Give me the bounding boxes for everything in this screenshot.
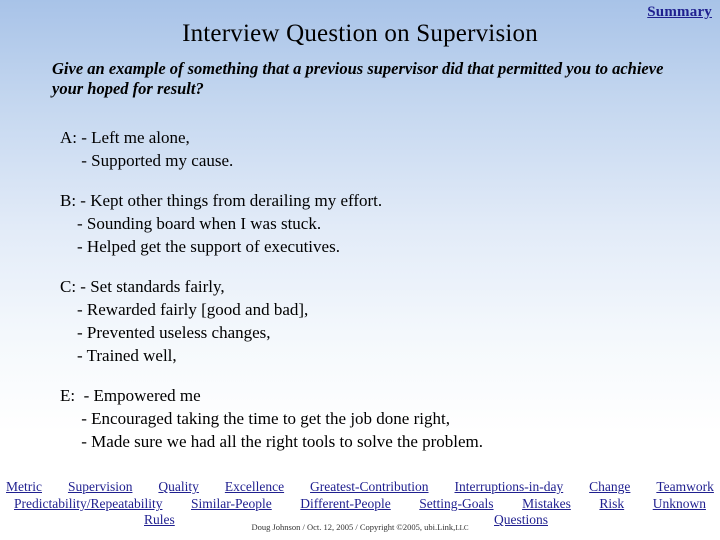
footer-credit: Doug Johnson / Oct. 12, 2005 / Copyright…: [0, 522, 720, 532]
answer-line: - Supported my cause.: [60, 151, 234, 170]
answer-line: C: - Set standards fairly,: [60, 277, 225, 296]
nav-link-metric[interactable]: Metric: [6, 478, 42, 495]
nav-link-greatest-contribution[interactable]: Greatest-Contribution: [310, 478, 428, 495]
nav-link-different-people[interactable]: Different-People: [300, 495, 390, 512]
answer-line: - Sounding board when I was stuck.: [60, 214, 322, 233]
nav-link-quality[interactable]: Quality: [158, 478, 199, 495]
nav-link-predictability-repeatability[interactable]: Predictability/Repeatability: [14, 495, 162, 512]
answer-line: - Encouraged taking the time to get the …: [60, 409, 450, 428]
footer-credit-suffix: LLC: [455, 524, 469, 532]
nav-row-1: Metric Supervision Quality Excellence Gr…: [0, 478, 720, 495]
nav-link-similar-people[interactable]: Similar-People: [191, 495, 272, 512]
answer-line: A: - Left me alone,: [60, 128, 190, 147]
nav-link-supervision[interactable]: Supervision: [68, 478, 133, 495]
answer-block-e: E: - Empowered me - Encouraged taking th…: [60, 384, 700, 453]
answers-list: A: - Left me alone, - Supported my cause…: [60, 126, 700, 470]
answer-block-c: C: - Set standards fairly, - Rewarded fa…: [60, 275, 700, 367]
slide-canvas: Summary Interview Question on Supervisio…: [0, 0, 720, 540]
page-title: Interview Question on Supervision: [182, 20, 538, 47]
summary-link[interactable]: Summary: [647, 4, 712, 21]
footer-credit-text: Doug Johnson / Oct. 12, 2005 / Copyright…: [251, 522, 456, 532]
nav-links: Metric Supervision Quality Excellence Gr…: [0, 478, 720, 512]
nav-link-teamwork[interactable]: Teamwork: [656, 478, 714, 495]
nav-link-unknown[interactable]: Unknown: [653, 495, 706, 512]
answer-line: - Helped get the support of executives.: [60, 237, 340, 256]
answer-line: B: - Kept other things from derailing my…: [60, 191, 383, 210]
question-text: Give an example of something that a prev…: [52, 59, 664, 98]
nav-link-change[interactable]: Change: [589, 478, 630, 495]
nav-link-risk[interactable]: Risk: [599, 495, 624, 512]
nav-link-mistakes[interactable]: Mistakes: [522, 495, 571, 512]
nav-link-interruptions-in-day[interactable]: Interruptions-in-day: [454, 478, 563, 495]
answer-line: - Made sure we had all the right tools t…: [60, 432, 484, 451]
nav-row-2: Predictability/Repeatability Similar-Peo…: [0, 495, 720, 512]
nav-link-setting-goals[interactable]: Setting-Goals: [419, 495, 493, 512]
answer-line: - Prevented useless changes,: [60, 323, 271, 342]
answer-block-a: A: - Left me alone, - Supported my cause…: [60, 126, 700, 172]
answer-line: - Rewarded fairly [good and bad],: [60, 300, 309, 319]
answer-line: E: - Empowered me: [60, 386, 201, 405]
answer-block-b: B: - Kept other things from derailing my…: [60, 189, 700, 258]
answer-line: - Trained well,: [60, 346, 177, 365]
nav-link-excellence[interactable]: Excellence: [225, 478, 284, 495]
